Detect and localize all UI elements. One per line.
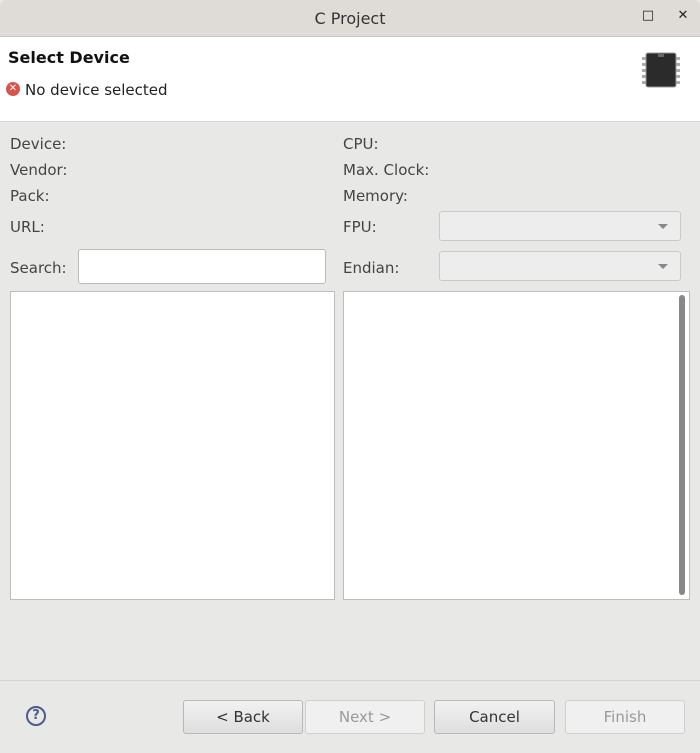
cpu-label: CPU: <box>343 135 379 153</box>
window-title: C Project <box>314 9 386 28</box>
finish-button[interactable]: Finish <box>565 700 685 734</box>
fpu-dropdown[interactable] <box>439 211 681 241</box>
endian-label: Endian: <box>343 259 400 277</box>
page-title: Select Device <box>8 48 130 67</box>
maximize-button[interactable]: □ <box>638 8 658 28</box>
back-button[interactable]: < Back <box>183 700 303 734</box>
device-properties-list[interactable] <box>343 291 690 600</box>
url-label: URL: <box>10 218 45 236</box>
memory-label: Memory: <box>343 187 408 205</box>
endian-dropdown[interactable] <box>439 251 681 281</box>
divider <box>0 680 700 681</box>
device-label: Device: <box>10 135 67 153</box>
wizard-header: Select Device ✕ No device selected <box>0 37 700 122</box>
cancel-button[interactable]: Cancel <box>434 700 555 734</box>
status-message: No device selected <box>25 81 168 99</box>
error-icon: ✕ <box>6 82 20 96</box>
device-tree[interactable] <box>10 291 335 600</box>
pack-label: Pack: <box>10 187 50 205</box>
search-label: Search: <box>10 259 67 277</box>
title-bar: C Project □ ✕ <box>0 0 700 37</box>
chevron-down-icon <box>658 264 668 269</box>
vendor-label: Vendor: <box>10 161 68 179</box>
chevron-down-icon <box>658 224 668 229</box>
close-button[interactable]: ✕ <box>673 8 693 28</box>
scrollbar[interactable] <box>679 295 685 595</box>
search-input[interactable] <box>78 249 326 284</box>
help-icon[interactable]: ? <box>26 706 46 726</box>
chip-icon <box>642 52 680 88</box>
max-clock-label: Max. Clock: <box>343 161 430 179</box>
fpu-label: FPU: <box>343 218 377 236</box>
next-button[interactable]: Next > <box>305 700 425 734</box>
